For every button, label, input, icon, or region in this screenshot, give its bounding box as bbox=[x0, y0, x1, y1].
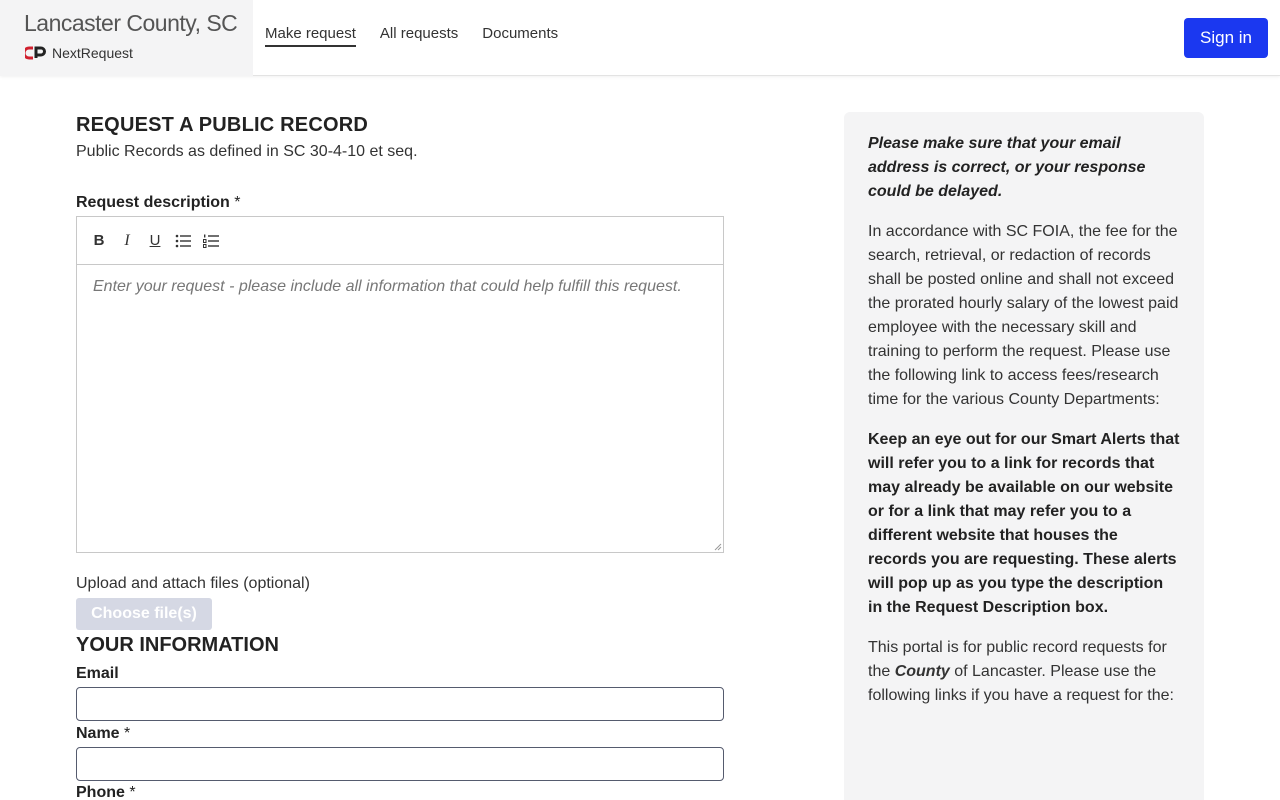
nextrequest-brand: NextRequest bbox=[25, 45, 133, 61]
description-editor[interactable]: B I U Enter your request - please includ… bbox=[76, 216, 724, 553]
numbered-list-icon[interactable] bbox=[203, 232, 219, 250]
brand-block: Lancaster County, SC NextRequest bbox=[0, 0, 253, 76]
email-note: Please make sure that your email address… bbox=[868, 135, 1146, 200]
description-placeholder[interactable]: Enter your request - please include all … bbox=[77, 265, 723, 308]
required-mark: * bbox=[124, 725, 131, 742]
description-label: Request description * bbox=[76, 194, 241, 212]
editor-toolbar: B I U bbox=[77, 217, 723, 265]
your-information-title: YOUR INFORMATION bbox=[76, 634, 279, 656]
phone-label-text: Phone bbox=[76, 784, 125, 800]
portal-info: This portal is for public record request… bbox=[868, 636, 1180, 708]
request-form: REQUEST A PUBLIC RECORD Public Records a… bbox=[76, 114, 724, 800]
form-title: REQUEST A PUBLIC RECORD bbox=[76, 114, 369, 136]
description-label-text: Request description bbox=[76, 194, 230, 211]
upload-label: Upload and attach files (optional) bbox=[76, 575, 310, 592]
phone-label: Phone * bbox=[76, 784, 136, 800]
required-mark: * bbox=[234, 194, 241, 211]
info-sidebar: Please make sure that your email address… bbox=[844, 112, 1204, 800]
top-header: Lancaster County, SC NextRequest Make re… bbox=[0, 0, 1280, 76]
email-label: Email bbox=[76, 665, 119, 682]
brand-name: NextRequest bbox=[52, 45, 133, 61]
smart-alerts-info: Keep an eye out for our Smart Alerts tha… bbox=[868, 431, 1180, 616]
form-subtitle: Public Records as defined in SC 30-4-10 … bbox=[76, 143, 418, 160]
name-field[interactable] bbox=[76, 747, 724, 781]
required-mark: * bbox=[129, 784, 136, 800]
agency-name[interactable]: Lancaster County, SC bbox=[24, 10, 238, 37]
sign-in-button[interactable]: Sign in bbox=[1184, 18, 1268, 58]
name-label: Name * bbox=[76, 725, 130, 743]
nav-all-requests[interactable]: All requests bbox=[380, 25, 458, 47]
portal-text-em: County bbox=[894, 663, 950, 680]
name-label-text: Name bbox=[76, 725, 120, 742]
nav-make-request[interactable]: Make request bbox=[265, 25, 356, 47]
bold-icon[interactable]: B bbox=[91, 232, 107, 250]
italic-icon[interactable]: I bbox=[119, 232, 135, 250]
underline-icon[interactable]: U bbox=[147, 232, 163, 250]
main-nav: Make request All requests Documents bbox=[265, 25, 558, 47]
resize-handle-icon[interactable] bbox=[714, 543, 722, 551]
bulleted-list-icon[interactable] bbox=[175, 232, 191, 250]
choose-files-button[interactable]: Choose file(s) bbox=[76, 598, 212, 630]
nextrequest-logo-icon bbox=[25, 46, 46, 60]
email-field[interactable] bbox=[76, 687, 724, 721]
fee-info: In accordance with SC FOIA, the fee for … bbox=[868, 223, 1179, 408]
nav-documents[interactable]: Documents bbox=[482, 25, 558, 47]
